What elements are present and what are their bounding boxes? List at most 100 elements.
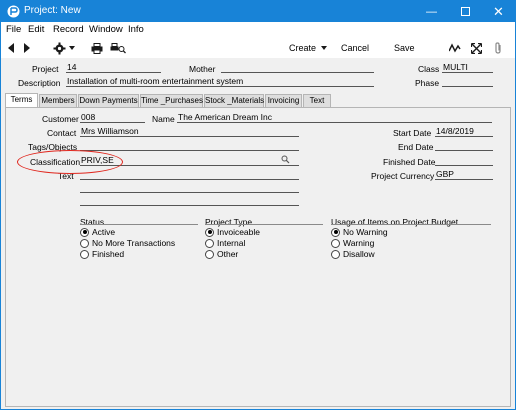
project-field[interactable]: 14 (66, 62, 161, 73)
tab-time-purchases[interactable]: Time _Purchases (140, 94, 203, 107)
activity-icon (449, 43, 461, 53)
tab-stock-materials[interactable]: Stock _Materials (204, 94, 264, 107)
type-other-label: Other (217, 249, 239, 259)
radio-icon (205, 249, 214, 259)
radio-icon (80, 249, 89, 259)
menu-bar: File Edit Record Window Info (1, 22, 515, 38)
type-internal-radio[interactable]: Internal (205, 238, 245, 248)
radio-selected-icon (205, 227, 214, 237)
start-date-field[interactable]: 14/8/2019 (435, 126, 493, 137)
tab-members[interactable]: Members (39, 94, 77, 107)
radio-icon (205, 238, 214, 248)
status-finished-label: Finished (92, 249, 125, 259)
finished-date-label: Finished Date (383, 157, 436, 167)
maximize-button[interactable] (449, 1, 482, 22)
name-label: Name (152, 114, 175, 124)
end-date-field[interactable] (435, 140, 493, 151)
highlight-ellipse (17, 150, 123, 174)
create-button[interactable]: Create (289, 41, 328, 55)
customer-field[interactable]: 008 (80, 112, 145, 123)
description-label: Description (18, 78, 61, 88)
expand-button[interactable] (471, 41, 482, 55)
minimize-button[interactable]: — (415, 1, 448, 22)
maximize-icon (461, 7, 470, 16)
type-invoiceable-radio[interactable]: Invoiceable (205, 227, 260, 237)
menu-info[interactable]: Info (128, 24, 144, 35)
status-finished-radio[interactable]: Finished (80, 249, 124, 259)
class-field[interactable]: MULTI (442, 62, 493, 73)
toolbar: Create Cancel Save (1, 38, 515, 58)
record-header: Project 14 Mother Class MULTI Descriptio… (1, 58, 515, 92)
save-button[interactable]: Save (394, 41, 415, 55)
project-currency-label: Project Currency (371, 171, 435, 181)
mother-label: Mother (189, 64, 216, 74)
usage-disallow-radio[interactable]: Disallow (331, 249, 375, 259)
tab-text[interactable]: Text (303, 94, 331, 107)
previous-record-button[interactable] (7, 41, 15, 55)
arrow-left-icon (8, 43, 14, 53)
paste-special-icon[interactable] (281, 155, 290, 164)
contact-label: Contact (47, 128, 77, 138)
class-label: Class (418, 64, 440, 74)
menu-file[interactable]: File (6, 24, 21, 35)
phase-label: Phase (415, 78, 440, 88)
customer-name-field[interactable]: The American Dream Inc (177, 112, 492, 123)
status-active-label: Active (92, 227, 116, 237)
contact-field[interactable]: Mrs Williamson (80, 126, 299, 137)
usage-warning-label: Warning (343, 238, 375, 248)
status-active-radio[interactable]: Active (80, 227, 115, 237)
attachments-button[interactable] (494, 41, 502, 55)
type-other-radio[interactable]: Other (205, 249, 238, 259)
title-bar: Project: New — ✕ (1, 1, 515, 22)
radio-selected-icon (80, 227, 89, 237)
next-record-button[interactable] (23, 41, 31, 55)
text-field-line-3[interactable] (80, 195, 299, 206)
usage-no-warning-label: No Warning (343, 227, 388, 237)
project-window: Project: New — ✕ File Edit Record Window… (0, 0, 516, 410)
tab-down-payments[interactable]: Down Payments (78, 94, 139, 107)
print-preview-button[interactable] (110, 41, 126, 55)
project-currency-field[interactable]: GBP (435, 169, 493, 180)
radio-icon (331, 238, 340, 248)
project-label: Project (32, 64, 59, 74)
menu-edit[interactable]: Edit (28, 24, 44, 35)
usage-warning-radio[interactable]: Warning (331, 238, 374, 248)
mother-field[interactable] (221, 62, 374, 73)
caret-down-icon (321, 46, 328, 50)
tab-terms[interactable]: Terms (5, 93, 38, 107)
gear-icon (53, 42, 66, 54)
customer-label: Customer (42, 114, 79, 124)
create-label: Create (289, 43, 317, 53)
close-button[interactable]: ✕ (482, 1, 515, 22)
usage-disallow-label: Disallow (343, 249, 375, 259)
printer-icon (91, 42, 103, 54)
menu-record[interactable]: Record (53, 24, 84, 35)
menu-window[interactable]: Window (89, 24, 123, 35)
type-invoiceable-label: Invoiceable (217, 227, 261, 237)
arrow-right-icon (24, 43, 30, 53)
radio-icon (80, 238, 89, 248)
cancel-button[interactable]: Cancel (341, 41, 369, 55)
phase-field[interactable] (442, 76, 493, 87)
tags-objects-field[interactable] (80, 140, 299, 151)
project-type-group-title: Project Type (205, 217, 253, 227)
usage-no-warning-radio[interactable]: No Warning (331, 227, 388, 237)
description-field[interactable]: Installation of multi-room entertainment… (66, 76, 374, 87)
status-group-title: Status (80, 217, 105, 227)
close-icon: ✕ (493, 3, 504, 19)
finished-date-field[interactable] (435, 155, 493, 166)
expand-icon (471, 42, 482, 54)
text-field-line-1[interactable] (80, 169, 299, 180)
status-divider (80, 224, 198, 225)
text-field-line-2[interactable] (80, 182, 299, 193)
status-no-more-transactions-label: No More Transactions (92, 238, 176, 248)
tab-invoicing[interactable]: Invoicing (265, 94, 302, 107)
status-no-more-transactions-radio[interactable]: No More Transactions (80, 238, 175, 248)
operations-menu-button[interactable] (53, 41, 75, 55)
print-button[interactable] (91, 41, 103, 55)
radio-selected-icon (331, 227, 340, 237)
minimize-icon: — (426, 5, 437, 18)
start-date-label: Start Date (393, 128, 432, 138)
project-type-divider (205, 224, 323, 225)
activity-button[interactable] (449, 41, 461, 55)
